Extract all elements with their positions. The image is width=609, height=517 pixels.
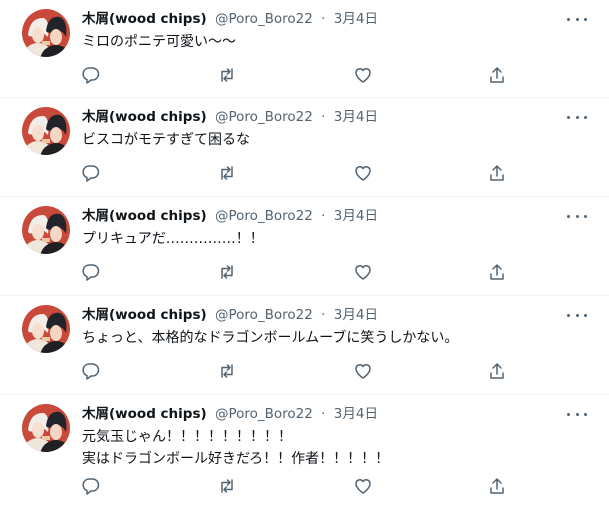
tweet-header: 木屑(wood chips) @Poro_Boro22 · 3月4日 <box>82 107 378 127</box>
tweet-actions <box>81 262 505 282</box>
tweet-actions <box>81 65 505 85</box>
more-horizontal-icon[interactable] <box>567 110 587 124</box>
share-icon[interactable] <box>487 65 507 85</box>
tweet-header: 木屑(wood chips) @Poro_Boro22 · 3月4日 <box>82 206 378 226</box>
reply-icon[interactable] <box>81 65 101 85</box>
retweet-icon[interactable] <box>217 262 237 282</box>
more-horizontal-icon[interactable] <box>567 308 587 322</box>
tweet-header: 木屑(wood chips) @Poro_Boro22 · 3月4日 <box>82 9 378 29</box>
avatar[interactable] <box>22 9 70 57</box>
tweet[interactable]: 木屑(wood chips) @Poro_Boro22 · 3月4日 元気玉じゃ… <box>0 395 609 517</box>
tweet-text-line: 実はドラゴンボール好きだろ！！作者！！！！！ <box>82 451 390 467</box>
author-name[interactable]: 木屑(wood chips) <box>82 109 207 125</box>
tweet-text: ちょっと、本格的なドラゴンボールムーブに笑うしかない。 <box>82 327 582 349</box>
tweet-date[interactable]: 3月4日 <box>334 109 378 125</box>
heart-icon[interactable] <box>353 163 373 183</box>
author-handle[interactable]: @Poro_Boro22 <box>215 406 313 422</box>
author-handle[interactable]: @Poro_Boro22 <box>215 307 313 323</box>
tweet[interactable]: 木屑(wood chips) @Poro_Boro22 · 3月4日 プリキュア… <box>0 197 609 296</box>
author-name[interactable]: 木屑(wood chips) <box>82 208 207 224</box>
retweet-icon[interactable] <box>217 163 237 183</box>
tweet-text-line: ビスコがモテすぎて困るな <box>82 132 250 148</box>
heart-icon[interactable] <box>353 262 373 282</box>
tweet-date[interactable]: 3月4日 <box>334 208 378 224</box>
share-icon[interactable] <box>487 262 507 282</box>
tweet[interactable]: 木屑(wood chips) @Poro_Boro22 · 3月4日 ビスコがモ… <box>0 98 609 197</box>
tweet-actions <box>81 163 505 183</box>
tweet[interactable]: 木屑(wood chips) @Poro_Boro22 · 3月4日 ミロのポニ… <box>0 0 609 98</box>
avatar-illustration <box>22 305 70 353</box>
tweet-actions <box>81 476 505 496</box>
share-icon[interactable] <box>487 476 507 496</box>
tweet-text: プリキュアだ……………！！ <box>82 228 582 250</box>
reply-icon[interactable] <box>81 361 101 381</box>
meta-separator: · <box>321 406 326 422</box>
meta-separator: · <box>321 208 326 224</box>
tweet-text: ビスコがモテすぎて困るな <box>82 129 582 151</box>
tweet-date[interactable]: 3月4日 <box>334 406 378 422</box>
heart-icon[interactable] <box>353 361 373 381</box>
more-horizontal-icon[interactable] <box>567 12 587 26</box>
meta-separator: · <box>321 11 326 27</box>
tweet-header: 木屑(wood chips) @Poro_Boro22 · 3月4日 <box>82 404 378 424</box>
reply-icon[interactable] <box>81 262 101 282</box>
retweet-icon[interactable] <box>217 65 237 85</box>
tweet-date[interactable]: 3月4日 <box>334 11 378 27</box>
avatar[interactable] <box>22 305 70 353</box>
retweet-icon[interactable] <box>217 476 237 496</box>
tweet[interactable]: 木屑(wood chips) @Poro_Boro22 · 3月4日 ちょっと、… <box>0 296 609 395</box>
tweet-actions <box>81 361 505 381</box>
author-handle[interactable]: @Poro_Boro22 <box>215 11 313 27</box>
tweet-text: ミロのポニテ可愛い～～ <box>82 31 582 53</box>
author-name[interactable]: 木屑(wood chips) <box>82 11 207 27</box>
avatar[interactable] <box>22 404 70 452</box>
heart-icon[interactable] <box>353 476 373 496</box>
more-horizontal-icon[interactable] <box>567 209 587 223</box>
tweet-date[interactable]: 3月4日 <box>334 307 378 323</box>
avatar[interactable] <box>22 206 70 254</box>
author-handle[interactable]: @Poro_Boro22 <box>215 109 313 125</box>
heart-icon[interactable] <box>353 65 373 85</box>
avatar-illustration <box>22 107 70 155</box>
tweet-timeline: 木屑(wood chips) @Poro_Boro22 · 3月4日 ミロのポニ… <box>0 0 609 517</box>
meta-separator: · <box>321 109 326 125</box>
share-icon[interactable] <box>487 163 507 183</box>
reply-icon[interactable] <box>81 163 101 183</box>
tweet-text-line: プリキュアだ……………！！ <box>82 231 264 247</box>
more-horizontal-icon[interactable] <box>567 407 587 421</box>
avatar-illustration <box>22 206 70 254</box>
retweet-icon[interactable] <box>217 361 237 381</box>
avatar-illustration <box>22 404 70 452</box>
tweet-text: 元気玉じゃん！！！！！！！！！ 実はドラゴンボール好きだろ！！作者！！！！！ <box>82 426 582 470</box>
tweet-header: 木屑(wood chips) @Poro_Boro22 · 3月4日 <box>82 305 378 325</box>
tweet-text-line: ちょっと、本格的なドラゴンボールムーブに笑うしかない。 <box>82 330 459 346</box>
meta-separator: · <box>321 307 326 323</box>
tweet-text-line: 元気玉じゃん！！！！！！！！！ <box>82 429 292 445</box>
reply-icon[interactable] <box>81 476 101 496</box>
avatar[interactable] <box>22 107 70 155</box>
author-name[interactable]: 木屑(wood chips) <box>82 307 207 323</box>
avatar-illustration <box>22 9 70 57</box>
author-handle[interactable]: @Poro_Boro22 <box>215 208 313 224</box>
tweet-text-line: ミロのポニテ可愛い～～ <box>82 34 236 50</box>
share-icon[interactable] <box>487 361 507 381</box>
author-name[interactable]: 木屑(wood chips) <box>82 406 207 422</box>
